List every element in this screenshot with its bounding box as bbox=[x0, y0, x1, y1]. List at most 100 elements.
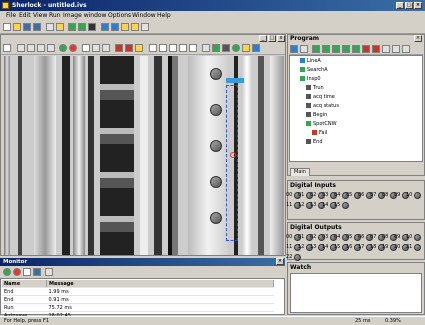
column-header-name[interactable]: Name bbox=[2, 280, 47, 288]
settings-icon[interactable] bbox=[242, 44, 250, 52]
camera-icon[interactable] bbox=[46, 23, 54, 31]
green-light-icon[interactable] bbox=[59, 44, 67, 52]
run-once-icon[interactable] bbox=[68, 23, 76, 31]
add-roi-icon[interactable] bbox=[332, 45, 340, 53]
io-indicator-icon[interactable] bbox=[414, 192, 421, 199]
camera-image[interactable] bbox=[4, 56, 284, 255]
io-indicator-icon[interactable] bbox=[414, 244, 421, 251]
maximize-button[interactable]: □ bbox=[405, 2, 413, 9]
pointer-icon[interactable] bbox=[82, 44, 90, 52]
lightbulb-icon[interactable] bbox=[121, 23, 129, 31]
column-header-message[interactable]: Message bbox=[46, 280, 274, 288]
annulus-icon[interactable] bbox=[222, 44, 230, 52]
camera-tool-icon[interactable] bbox=[290, 45, 298, 53]
pan-icon[interactable] bbox=[92, 44, 100, 52]
roi-box[interactable] bbox=[226, 85, 238, 241]
close-button[interactable]: × bbox=[414, 2, 422, 9]
favorite-icon[interactable] bbox=[131, 23, 139, 31]
zoom-in-icon[interactable] bbox=[17, 44, 25, 52]
add-algorithm-icon[interactable] bbox=[342, 45, 350, 53]
menu-view[interactable]: View bbox=[33, 12, 47, 19]
zoom-fit-icon[interactable] bbox=[37, 44, 45, 52]
watch-list[interactable] bbox=[290, 273, 422, 313]
tree-item[interactable]: Begin bbox=[306, 112, 327, 118]
save-icon[interactable] bbox=[23, 23, 31, 31]
table-row[interactable]: End 1.99 ms bbox=[2, 287, 274, 296]
move-down-icon[interactable] bbox=[392, 45, 400, 53]
monitor-save-icon[interactable] bbox=[33, 268, 41, 276]
image-restore-button[interactable]: □ bbox=[268, 35, 276, 42]
ruler-icon[interactable] bbox=[102, 44, 110, 52]
roi-circle-icon[interactable] bbox=[125, 44, 133, 52]
add-variable-icon[interactable] bbox=[352, 45, 360, 53]
monitor-red-icon[interactable] bbox=[13, 268, 21, 276]
new-file-icon[interactable] bbox=[3, 23, 11, 31]
roi-handle[interactable] bbox=[226, 78, 244, 83]
add-step-icon[interactable] bbox=[312, 45, 320, 53]
tree-item[interactable]: LineA bbox=[300, 58, 321, 64]
cut-icon[interactable] bbox=[372, 45, 380, 53]
tab-main[interactable]: Main bbox=[290, 168, 310, 176]
menu-edit[interactable]: Edit bbox=[19, 12, 31, 19]
tree-item[interactable]: End bbox=[306, 139, 323, 145]
io-indicator-icon[interactable] bbox=[342, 202, 349, 209]
program-options-icon[interactable] bbox=[402, 45, 410, 53]
menu-run[interactable]: Run bbox=[49, 12, 61, 19]
row-name: End bbox=[2, 287, 47, 296]
roi-polygon-icon[interactable] bbox=[135, 44, 143, 52]
program-tree[interactable]: LineA SearchA Insp0 Trun acq time acq status B… bbox=[289, 55, 423, 162]
line-icon[interactable] bbox=[159, 44, 167, 52]
grid-icon[interactable] bbox=[202, 44, 210, 52]
menu-help[interactable]: Help bbox=[157, 12, 171, 19]
point-icon[interactable] bbox=[149, 44, 157, 52]
tree-item[interactable]: Fail bbox=[312, 130, 327, 136]
image-close-button[interactable]: x bbox=[277, 35, 285, 42]
menu-image-window[interactable]: Image window bbox=[63, 12, 106, 19]
overlay-icon[interactable] bbox=[252, 44, 260, 52]
tree-item[interactable]: Trun bbox=[306, 85, 324, 91]
menu-file[interactable]: File bbox=[6, 12, 16, 19]
help-icon[interactable] bbox=[141, 23, 149, 31]
menu-options[interactable]: Options bbox=[108, 12, 131, 19]
stop-icon[interactable] bbox=[88, 23, 96, 31]
menu-window[interactable]: Window bbox=[132, 12, 156, 19]
arc-icon[interactable] bbox=[179, 44, 187, 52]
tree-item[interactable]: SearchA bbox=[300, 67, 328, 73]
move-up-icon[interactable] bbox=[382, 45, 390, 53]
table-row[interactable]: Run 75.72 ms bbox=[2, 303, 274, 312]
ok-icon[interactable] bbox=[232, 44, 240, 52]
run-continuous-icon[interactable] bbox=[78, 23, 86, 31]
zoom-out-icon[interactable] bbox=[27, 44, 35, 52]
monitor-green-icon[interactable] bbox=[3, 268, 11, 276]
image-stripe bbox=[73, 56, 85, 255]
tree-item[interactable]: acq status bbox=[306, 103, 339, 109]
display-icon[interactable] bbox=[3, 44, 11, 52]
tree-item[interactable]: SpotCNW bbox=[306, 121, 337, 127]
red-light-icon[interactable] bbox=[69, 44, 77, 52]
roi-rect-icon[interactable] bbox=[115, 44, 123, 52]
io-indicator-icon[interactable] bbox=[414, 234, 421, 241]
monitor-help-icon[interactable] bbox=[45, 268, 53, 276]
open-folder-icon[interactable] bbox=[13, 23, 21, 31]
table-row[interactable]: End 0.91 ms bbox=[2, 295, 274, 304]
io-indicator-icon[interactable] bbox=[294, 254, 301, 261]
digital-inputs-panel: Digital Inputs 00 01 02 03 04 05 06 07 08 09 10 11 1… bbox=[286, 180, 425, 220]
polyline-icon[interactable] bbox=[169, 44, 177, 52]
save-as-icon[interactable] bbox=[33, 23, 41, 31]
minimize-button[interactable]: _ bbox=[396, 2, 404, 9]
add-instruction-icon[interactable] bbox=[322, 45, 330, 53]
image-tool-icon[interactable] bbox=[300, 45, 308, 53]
color-tool-icon[interactable] bbox=[212, 44, 220, 52]
monitor-clear-icon[interactable] bbox=[23, 268, 31, 276]
tree-item[interactable]: acq time bbox=[306, 94, 335, 100]
tree-item[interactable]: Insp0 bbox=[300, 76, 321, 82]
image-icon[interactable] bbox=[56, 23, 64, 31]
image-minimize-button[interactable]: _ bbox=[259, 35, 267, 42]
ellipse-icon[interactable] bbox=[189, 44, 197, 52]
delete-step-icon[interactable] bbox=[362, 45, 370, 53]
monitor-close-button[interactable]: × bbox=[276, 258, 284, 265]
program-close-button[interactable]: × bbox=[414, 35, 422, 42]
zoom-reset-icon[interactable] bbox=[47, 44, 55, 52]
step-into-icon[interactable] bbox=[111, 23, 119, 31]
step-icon[interactable] bbox=[101, 23, 109, 31]
